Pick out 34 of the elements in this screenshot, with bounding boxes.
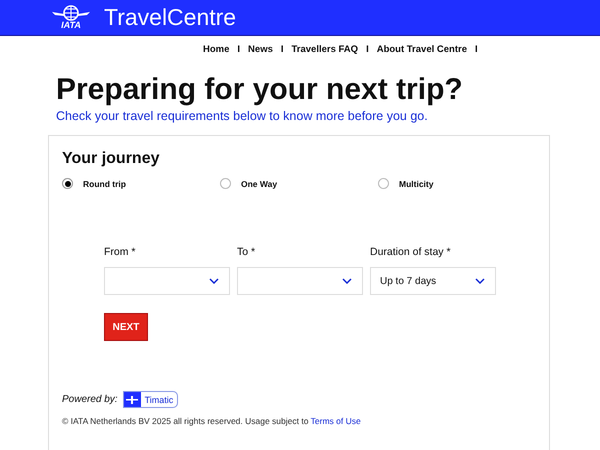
copyright-text: © IATA Netherlands BV 2025 all rights reserved. Usage subject to Terms of Use [62, 416, 362, 426]
next-button[interactable]: NEXT [104, 313, 148, 341]
radio-button[interactable] [220, 178, 231, 189]
chevron-down-icon [209, 278, 219, 284]
field-label: To * [237, 246, 256, 258]
nav-link[interactable]: About Travel Centre [376, 44, 467, 54]
dropdown-field[interactable] [237, 267, 363, 295]
dropdown-field[interactable] [104, 267, 230, 295]
dropdown-field[interactable]: Up to 7 days [370, 267, 496, 295]
site-title[interactable]: TravelCentre [104, 4, 236, 31]
trip-type-option[interactable]: Multicity [378, 178, 536, 189]
nav-link[interactable]: Home [203, 44, 230, 54]
terms-link[interactable]: Terms of Use [310, 416, 361, 426]
nav-link[interactable]: News [248, 44, 273, 54]
nav-separator: I [280, 44, 284, 54]
nav-link[interactable]: Travellers FAQ [292, 44, 358, 54]
field-label: From * [104, 246, 136, 258]
trip-type-option[interactable]: Round trip [62, 178, 220, 189]
chevron-down-icon [475, 278, 485, 284]
logo-text: IATA [61, 21, 81, 30]
card-title: Your journey [62, 150, 160, 168]
powered-by-label: Powered by: [62, 394, 118, 405]
radio-button[interactable] [378, 178, 389, 189]
radio-button[interactable] [62, 178, 73, 189]
nav-separator: I [237, 44, 240, 54]
page-heading: Preparing for your next trip? [56, 73, 464, 107]
nav-separator: I [366, 44, 369, 54]
timatic-badge[interactable]: Timatic [122, 391, 178, 408]
chevron-down-icon [342, 278, 352, 284]
subtitle: Check your travel requirements below to know more before you go. [56, 109, 429, 123]
field-label: Duration of stay * [370, 246, 452, 258]
globe-wings-icon [52, 5, 90, 21]
nav-separator: I [474, 44, 478, 54]
trip-type-option[interactable]: One Way [220, 178, 378, 189]
